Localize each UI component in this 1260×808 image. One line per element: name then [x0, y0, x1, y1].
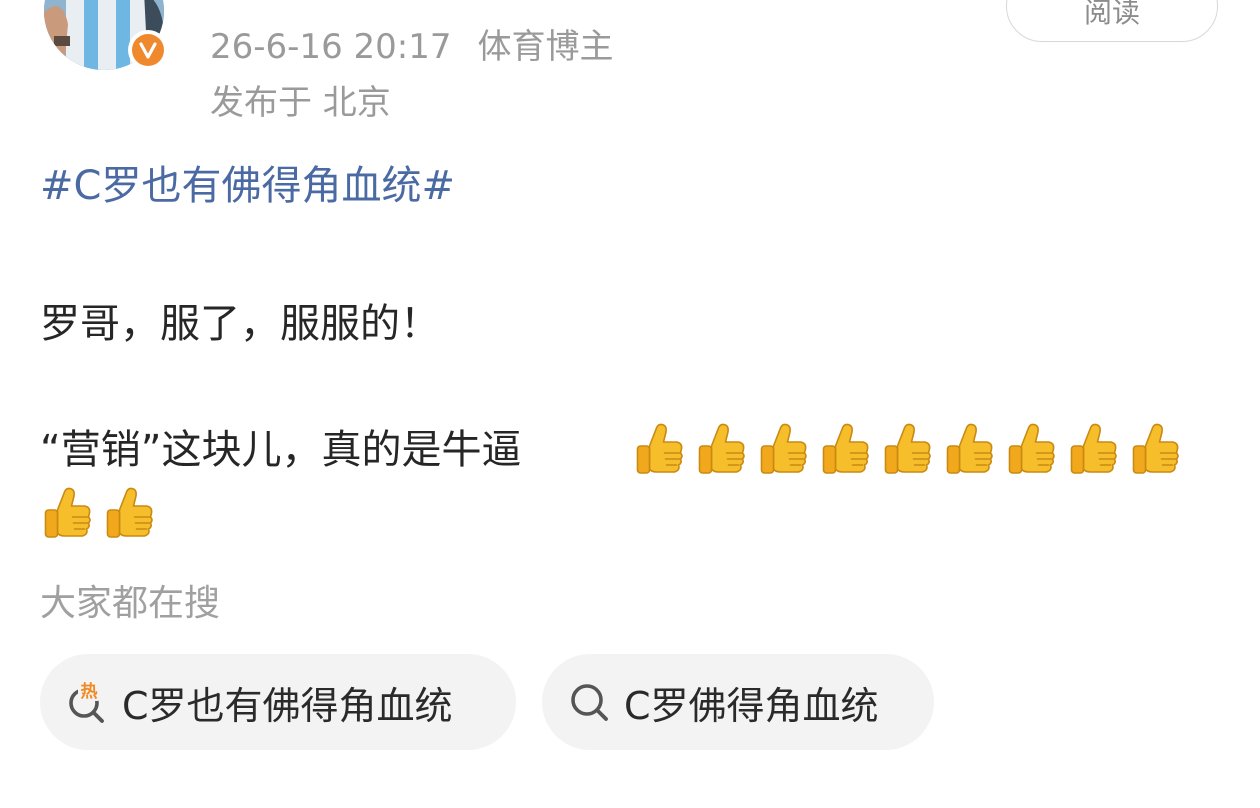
thumbs-up-row-2	[42, 486, 155, 542]
thumbs-up-icon	[884, 423, 931, 474]
search-section-label: 大家都在搜	[40, 583, 221, 624]
thumbs-up-icon	[946, 423, 993, 474]
thumbs-up-icon	[760, 423, 807, 474]
read-button[interactable]: 阅读	[1006, 0, 1218, 42]
thumbs-up-icon	[1008, 423, 1055, 474]
read-button-label: 阅读	[1083, 0, 1140, 29]
thumbs-up-icon	[44, 487, 91, 538]
post-timestamp: 26-6-16 20:17	[210, 27, 452, 67]
svg-text:热: 热	[81, 681, 98, 702]
thumbs-up-icon	[636, 423, 683, 474]
thumbs-up-icon	[822, 423, 869, 474]
search-chip[interactable]: C罗佛得角血统	[542, 654, 934, 750]
search-chip-label: C罗佛得角血统	[624, 683, 879, 728]
hot-search-chip-label: C罗也有佛得角血统	[122, 683, 453, 728]
author-tag: 体育博主	[477, 27, 614, 67]
thumbs-up-icon	[106, 487, 153, 538]
hot-search-chip[interactable]: 热 C罗也有佛得角血统	[40, 654, 516, 750]
thumbs-up-row-1	[634, 422, 1181, 478]
thumbs-up-icon	[698, 423, 745, 474]
post-meta: 26-6-16 20:17 体育博主	[210, 30, 614, 64]
verified-v-icon	[139, 42, 157, 59]
post-text-line-1: 罗哥，服了，服服的！	[40, 301, 440, 347]
post-text-line-2: “营销”这块儿，真的是牛逼	[40, 427, 522, 473]
verified-badge	[128, 30, 168, 70]
post-location: 发布于 北京	[210, 83, 391, 123]
thumbs-up-icon	[1132, 423, 1179, 474]
hot-search-icon: 热	[69, 681, 104, 723]
thumbs-up-icon	[1070, 423, 1117, 474]
search-icon	[571, 684, 608, 721]
topic-hashtag-link[interactable]: #C罗也有佛得角血统#	[40, 162, 455, 210]
